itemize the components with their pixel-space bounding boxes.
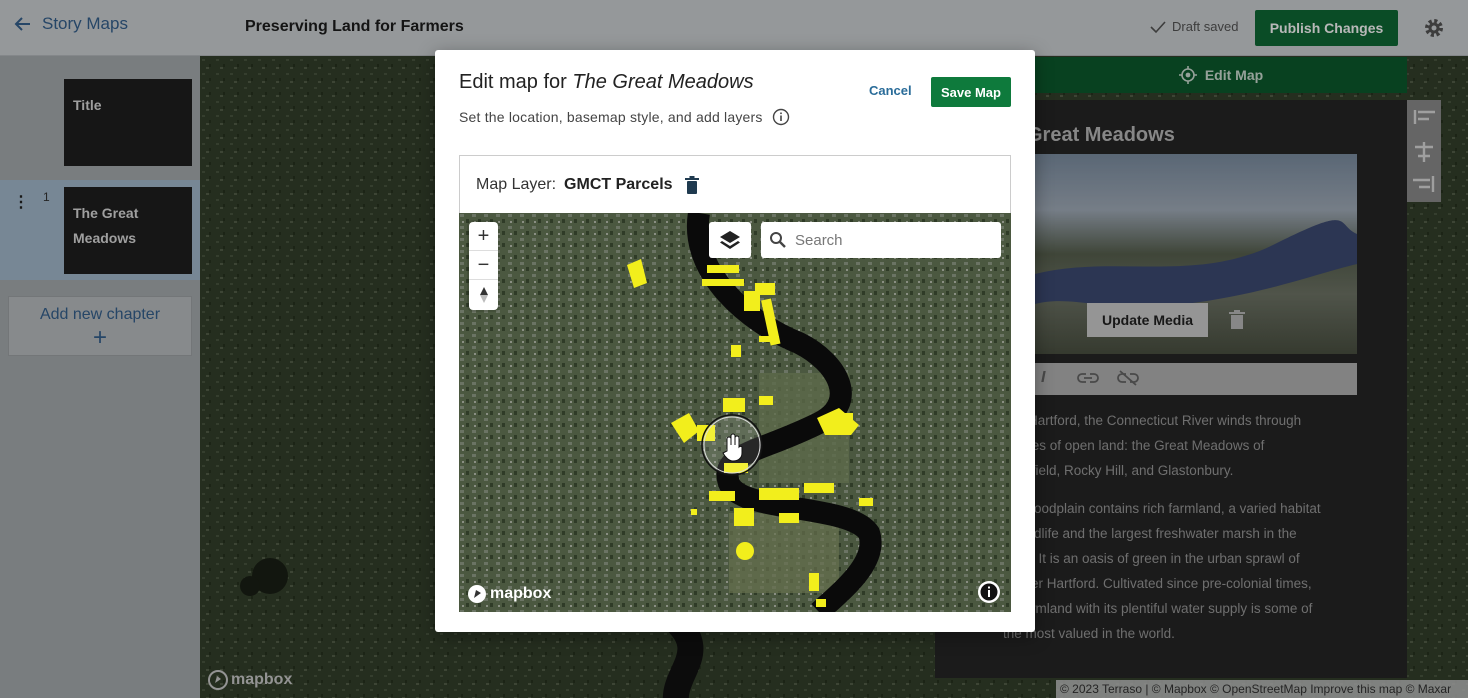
hand-cursor-icon xyxy=(701,414,763,476)
cancel-button[interactable]: Cancel xyxy=(869,83,912,98)
map-layer-name: GMCT Parcels xyxy=(564,175,673,193)
info-icon[interactable] xyxy=(772,108,790,126)
search-icon xyxy=(770,232,786,248)
dialog-title: Edit map for The Great Meadows xyxy=(459,71,754,94)
dialog-subtitle: Set the location, basemap style, and add… xyxy=(459,108,790,126)
map-layer-label: Map Layer: xyxy=(476,175,557,193)
search-input[interactable] xyxy=(795,231,985,249)
dialog-title-chapter: The Great Meadows xyxy=(572,71,754,93)
map-preview[interactable]: + − mapbox xyxy=(459,213,1011,612)
layers-icon xyxy=(720,231,740,249)
save-map-button[interactable]: Save Map xyxy=(931,77,1011,107)
satellite-map xyxy=(459,213,1011,612)
dialog-title-prefix: Edit map for xyxy=(459,71,567,93)
dialog-subtitle-text: Set the location, basemap style, and add… xyxy=(459,109,763,125)
compass-icon[interactable] xyxy=(469,280,498,309)
edit-map-dialog: Edit map for The Great Meadows Set the l… xyxy=(435,50,1035,632)
zoom-in-button[interactable]: + xyxy=(469,222,498,251)
zoom-controls: + − xyxy=(469,222,498,310)
map-layer-header: Map Layer: GMCT Parcels xyxy=(459,155,1011,213)
zoom-out-button[interactable]: − xyxy=(469,251,498,280)
map-search[interactable] xyxy=(761,222,1001,258)
info-icon[interactable] xyxy=(977,580,1001,604)
trash-icon[interactable] xyxy=(684,175,699,194)
mapbox-logo: mapbox xyxy=(467,584,551,604)
layers-button[interactable] xyxy=(709,222,751,258)
